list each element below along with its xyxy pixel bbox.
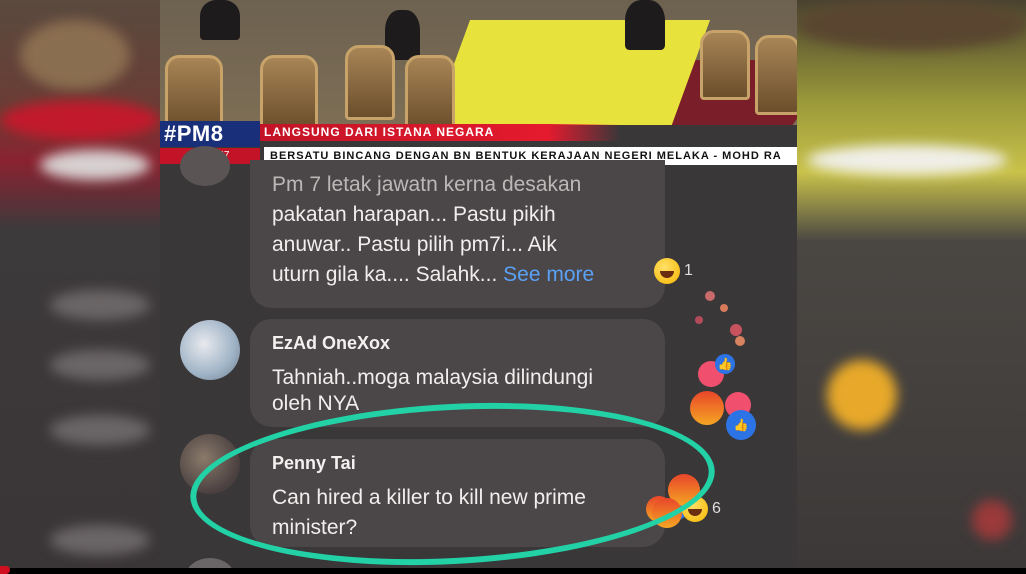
angry-emoji-icon xyxy=(690,391,724,425)
comment-bubble: Penny Tai Can hired a killer to kill new… xyxy=(250,439,665,547)
avatar[interactable] xyxy=(180,434,240,494)
news-ticker: #PM8 LANGSUNG DARI ISTANA NEGARA 10:41:4… xyxy=(160,121,797,165)
like-emoji-icon: 👍 xyxy=(726,410,756,440)
reaction-count: 6 xyxy=(712,500,721,517)
floating-reaction-icon xyxy=(730,324,742,336)
like-emoji-icon: 👍 xyxy=(715,354,735,374)
comment-bubble: Pm 7 letak jawatn kerna desakan pakatan … xyxy=(250,160,665,308)
commenter-name[interactable]: EzAd OneXox xyxy=(272,333,390,354)
blurred-right-panel xyxy=(797,0,1026,574)
channel-logo: #PM8 xyxy=(160,121,260,147)
comment-text-line: minister? xyxy=(272,516,358,539)
blurred-left-panel xyxy=(0,0,160,574)
avatar[interactable] xyxy=(180,320,240,380)
comment-text-line: pakatan harapan... Pastu pikih xyxy=(272,203,556,226)
haha-emoji-icon xyxy=(654,258,680,284)
progress-bar[interactable] xyxy=(0,568,1026,574)
comment-bubble: EzAd OneXox Tahniah..moga malaysia dilin… xyxy=(250,319,665,427)
comment-text-line: uturn gila ka.... Salahk... See more xyxy=(272,263,595,286)
palace-scene-image xyxy=(160,0,797,125)
angry-emoji-icon xyxy=(652,498,682,528)
comments-list: Pm 7 letak jawatn kerna desakan pakatan … xyxy=(160,146,797,574)
comment-text-line: Pm 7 letak jawatn kerna desakan xyxy=(272,173,582,196)
floating-reaction-icon xyxy=(720,304,728,312)
floating-reaction-icon xyxy=(705,291,715,301)
progress-marker[interactable] xyxy=(0,566,10,574)
commenter-name[interactable]: Penny Tai xyxy=(272,453,356,474)
live-label: LANGSUNG DARI ISTANA NEGARA xyxy=(260,124,620,141)
video-frame: #PM8 LANGSUNG DARI ISTANA NEGARA 10:41:4… xyxy=(160,0,797,574)
reaction-chip[interactable]: 1 xyxy=(654,258,693,284)
comment-text-line: Can hired a killer to kill new prime xyxy=(272,486,586,509)
comment-text-line: anuwar.. Pastu pilih pm7i... Aik xyxy=(272,233,557,256)
floating-reaction-icon xyxy=(695,316,703,324)
comment-text-line: oleh NYA xyxy=(272,392,360,415)
reaction-count: 1 xyxy=(684,262,693,279)
see-more-link[interactable]: See more xyxy=(503,263,594,286)
avatar[interactable] xyxy=(180,146,230,186)
comment-text-line: Tahniah..moga malaysia dilindungi xyxy=(272,366,594,389)
floating-reaction-icon xyxy=(735,336,745,346)
